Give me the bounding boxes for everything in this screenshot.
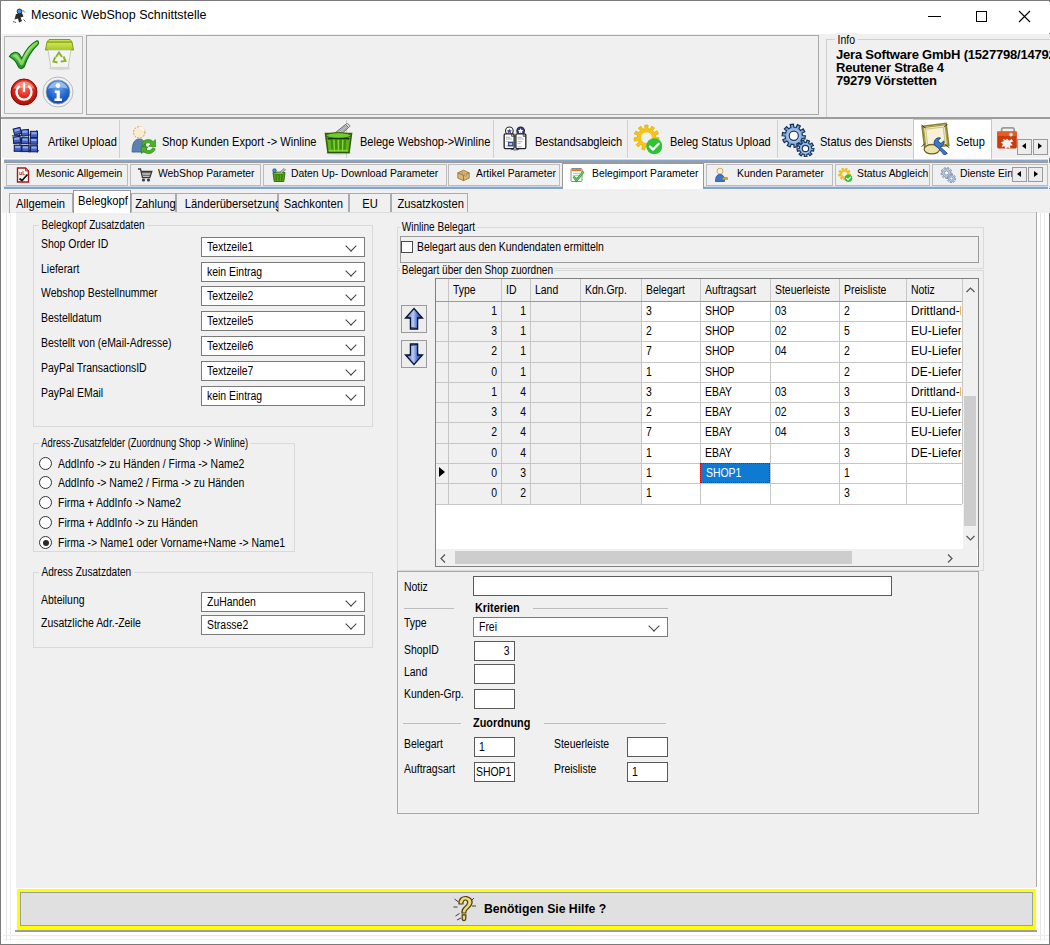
- svg-text:uL: uL: [19, 170, 26, 176]
